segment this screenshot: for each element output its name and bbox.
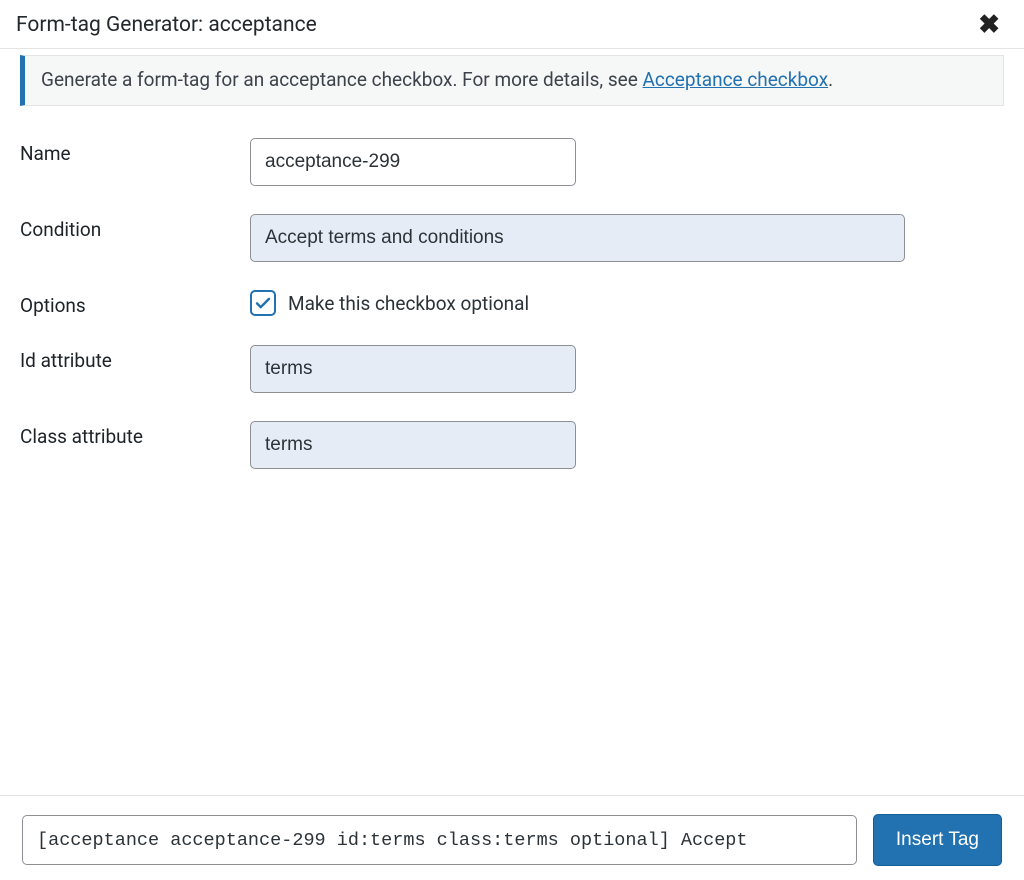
notice-suffix: . bbox=[828, 68, 833, 91]
form-tag-generator-dialog: Form-tag Generator: acceptance ✖ Generat… bbox=[0, 0, 1024, 880]
row-class-attribute: Class attribute bbox=[20, 407, 1004, 483]
dialog-footer: Insert Tag bbox=[0, 795, 1024, 880]
id-attribute-input[interactable] bbox=[250, 345, 576, 393]
label-options: Options bbox=[20, 276, 250, 331]
notice-text: Generate a form-tag for an acceptance ch… bbox=[41, 68, 643, 91]
acceptance-checkbox-link[interactable]: Acceptance checkbox bbox=[643, 68, 829, 91]
row-name: Name bbox=[20, 124, 1004, 200]
label-name: Name bbox=[20, 124, 250, 200]
optional-checkbox-label: Make this checkbox optional bbox=[288, 292, 529, 315]
form-fields-table: Name Condition Options Ma bbox=[20, 124, 1004, 483]
row-options: Options Make this checkbox optional bbox=[20, 276, 1004, 331]
condition-input[interactable] bbox=[250, 214, 905, 262]
dialog-header: Form-tag Generator: acceptance ✖ bbox=[0, 0, 1024, 49]
label-id-attribute: Id attribute bbox=[20, 331, 250, 407]
close-icon[interactable]: ✖ bbox=[974, 12, 1004, 38]
label-condition: Condition bbox=[20, 200, 250, 276]
class-attribute-input[interactable] bbox=[250, 421, 576, 469]
info-notice: Generate a form-tag for an acceptance ch… bbox=[20, 55, 1004, 106]
row-condition: Condition bbox=[20, 200, 1004, 276]
name-input[interactable] bbox=[250, 138, 576, 186]
check-icon bbox=[254, 294, 272, 312]
label-class-attribute: Class attribute bbox=[20, 407, 250, 483]
insert-tag-button[interactable]: Insert Tag bbox=[873, 814, 1002, 866]
generated-tag-output[interactable] bbox=[22, 815, 857, 865]
dialog-title: Form-tag Generator: acceptance bbox=[16, 13, 317, 37]
row-id-attribute: Id attribute bbox=[20, 331, 1004, 407]
dialog-body: Generate a form-tag for an acceptance ch… bbox=[0, 49, 1024, 795]
optional-checkbox[interactable] bbox=[250, 290, 276, 316]
